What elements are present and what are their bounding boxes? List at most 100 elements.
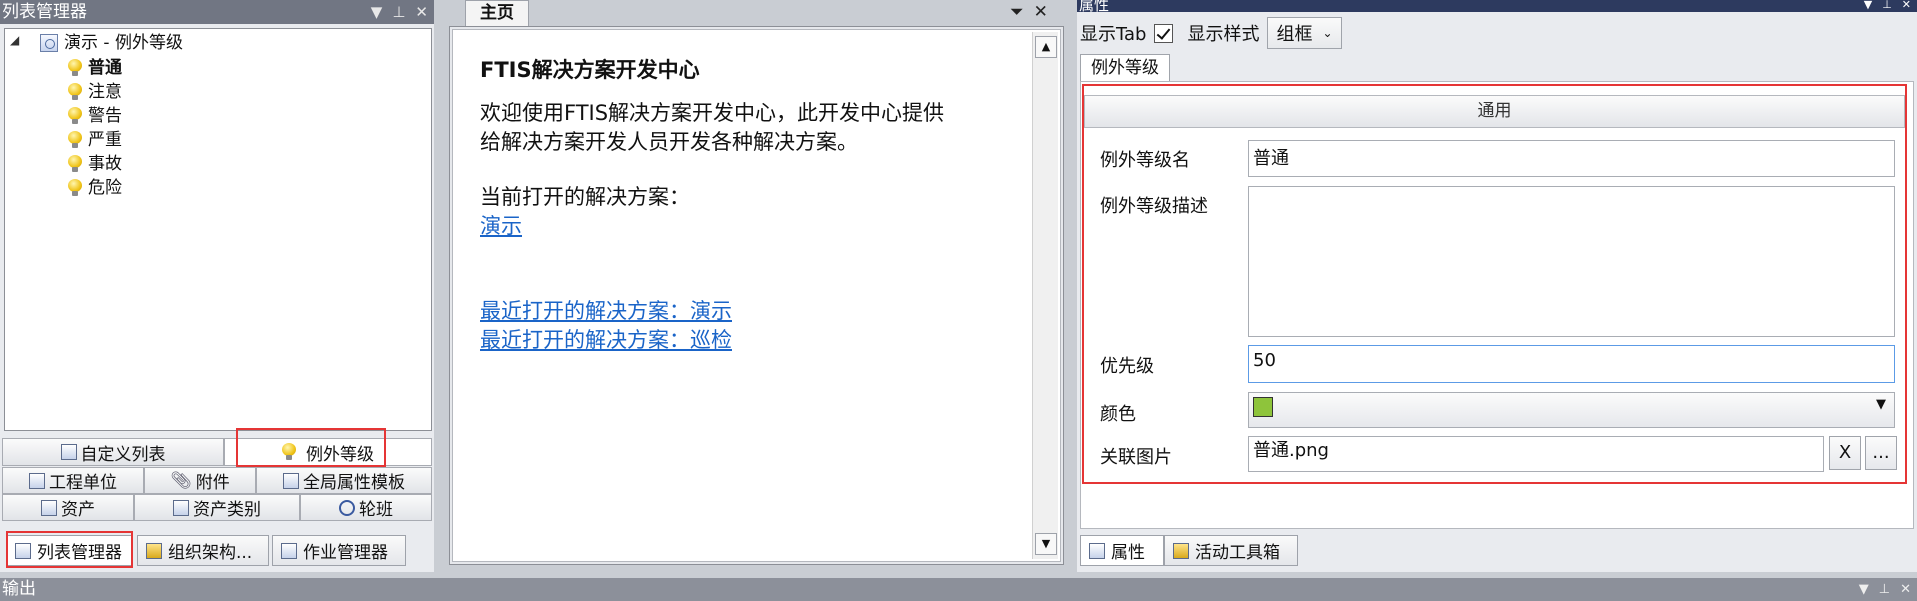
list-manager-title-bar: 列表管理器 ▼ ⊥ ✕ <box>0 0 434 24</box>
asset-category-button[interactable]: 资产类别 <box>134 494 300 521</box>
lightbulb-icon <box>68 59 82 77</box>
scroll-down-button[interactable]: ▼ <box>1035 533 1057 555</box>
name-label: 例外等级名 <box>1100 150 1190 171</box>
tree-item-normal[interactable]: 普通 <box>68 56 122 80</box>
properties-toolbar: 显示Tab 显示样式 组框 ⌄ <box>1080 17 1342 49</box>
tab-home[interactable]: 主页 <box>465 0 529 26</box>
color-swatch <box>1253 397 1273 417</box>
browse-image-button[interactable]: ... <box>1865 436 1897 470</box>
unit-icon <box>29 472 45 489</box>
intro-text-line2: 给解决方案开发人员开发各种解决方案。 <box>480 130 858 154</box>
page-title: FTIS解决方案开发中心 <box>480 58 700 82</box>
show-tab-label: 显示Tab <box>1080 24 1147 45</box>
tree-item-attention[interactable]: 注意 <box>68 80 122 104</box>
template-icon <box>283 472 299 489</box>
tree-item-serious[interactable]: 严重 <box>68 128 122 152</box>
tree-root-label: 演示 - 例外等级 <box>64 33 183 53</box>
list-manager-icon <box>15 542 31 559</box>
display-style-value: 组框 <box>1276 24 1313 45</box>
clock-icon <box>339 499 355 516</box>
tree-item-label: 严重 <box>88 130 122 150</box>
tree-root-node[interactable]: 演示 - 例外等级 <box>40 31 183 55</box>
display-style-select[interactable]: 组框 ⌄ <box>1267 17 1342 49</box>
pin-icon[interactable]: ⊥ <box>1879 578 1890 601</box>
home-page-content: FTIS解决方案开发中心 欢迎使用FTIS解决方案开发中心，此开发中心提供 给解… <box>480 56 1020 355</box>
output-panel-title-bar: 输出 ▼ ⊥ ✕ <box>0 578 1917 601</box>
tab-org-structure[interactable]: 组织架构... <box>137 535 269 566</box>
output-title: 输出 <box>2 579 36 599</box>
pin-icon[interactable]: ⊥ <box>1882 0 1892 10</box>
tree-item-label: 警告 <box>88 106 122 126</box>
asset-category-icon <box>173 499 189 516</box>
shift-button[interactable]: 轮班 <box>300 494 432 521</box>
show-style-label: 显示样式 <box>1187 24 1260 45</box>
lightbulb-icon <box>68 107 82 125</box>
dropdown-arrow-icon: ▼ <box>1876 397 1886 412</box>
scroll-up-button[interactable]: ▲ <box>1035 36 1057 58</box>
job-icon <box>281 542 297 559</box>
current-solution-label: 当前打开的解决方案： <box>480 185 690 209</box>
properties-title: 属性 <box>1079 0 1110 12</box>
close-icon[interactable]: ✕ <box>1900 578 1911 601</box>
name-field[interactable]: 普通 <box>1248 140 1895 177</box>
tab-list-dropdown-icon[interactable]: ⏷ <box>1010 0 1024 24</box>
list-icon <box>60 444 77 460</box>
tree-item-label: 事故 <box>88 154 122 174</box>
lightbulb-icon <box>68 131 82 149</box>
intro-text-line1: 欢迎使用FTIS解决方案开发中心，此开发中心提供 <box>480 101 945 125</box>
vertical-scrollbar[interactable]: ▲ ▼ <box>1032 32 1058 559</box>
color-label: 颜色 <box>1100 404 1136 425</box>
global-attribute-template-button[interactable]: 全局属性模板 <box>256 467 432 494</box>
priority-field[interactable]: 50 <box>1248 345 1895 383</box>
custom-list-button[interactable]: 自定义列表 <box>2 438 224 466</box>
org-icon <box>146 542 162 559</box>
toolbox-icon <box>1173 542 1189 559</box>
tree-item-label: 危险 <box>88 178 122 198</box>
exception-level-button[interactable]: 例外等级 <box>224 438 432 466</box>
current-solution-link[interactable]: 演示 <box>480 214 522 238</box>
lightbulb-icon <box>68 83 82 101</box>
solution-icon <box>40 34 58 52</box>
tab-list-manager[interactable]: 列表管理器 <box>6 535 132 566</box>
tree-item-warning[interactable]: 警告 <box>68 104 122 128</box>
tab-exception-level[interactable]: 例外等级 <box>1080 54 1170 82</box>
general-group-header: 通用 <box>1084 95 1905 128</box>
image-label: 关联图片 <box>1100 447 1172 468</box>
attachment-button[interactable]: 📎︎ 附件 <box>144 467 256 494</box>
tab-properties[interactable]: 属性 <box>1080 535 1164 566</box>
tree-expand-toggle-icon[interactable]: ◢ <box>10 33 19 47</box>
tree-item-label: 注意 <box>88 82 122 102</box>
description-field[interactable] <box>1248 186 1895 337</box>
priority-label: 优先级 <box>1100 356 1154 377</box>
lightbulb-icon <box>282 443 296 461</box>
tab-job-manager[interactable]: 作业管理器 <box>272 535 406 566</box>
dropdown-icon[interactable]: ▼ <box>1864 0 1872 10</box>
image-field[interactable]: 普通.png <box>1248 436 1824 472</box>
show-tab-checkbox[interactable] <box>1154 23 1174 43</box>
close-document-icon[interactable]: ✕ <box>1034 0 1048 24</box>
description-label: 例外等级描述 <box>1100 196 1208 217</box>
tab-activity-toolbox[interactable]: 活动工具箱 <box>1164 535 1298 566</box>
tree-item-label: 普通 <box>88 58 122 78</box>
chevron-down-icon: ⌄ <box>1322 26 1333 40</box>
paperclip-icon: 📎︎ <box>170 470 192 491</box>
dropdown-icon[interactable]: ▼ <box>1859 578 1869 601</box>
tree-item-accident[interactable]: 事故 <box>68 152 122 176</box>
asset-icon <box>41 499 57 516</box>
recent-solution-link-1[interactable]: 最近打开的解决方案：演示 <box>480 299 732 323</box>
color-picker[interactable]: ▼ <box>1248 392 1895 428</box>
properties-icon <box>1089 542 1105 559</box>
list-manager-title: 列表管理器 <box>2 2 87 22</box>
close-icon[interactable]: ✕ <box>1902 0 1911 10</box>
clear-image-button[interactable]: X <box>1829 436 1861 470</box>
tree-item-danger[interactable]: 危险 <box>68 176 122 200</box>
pin-icon[interactable]: ⊥ <box>392 0 405 24</box>
dropdown-icon[interactable]: ▼ <box>371 0 383 24</box>
document-tab-controls: ⏷ ✕ <box>1010 0 1048 24</box>
engineering-unit-button[interactable]: 工程单位 <box>2 467 144 494</box>
lightbulb-icon <box>68 155 82 173</box>
close-icon[interactable]: ✕ <box>415 0 428 24</box>
recent-solution-link-2[interactable]: 最近打开的解决方案：巡检 <box>480 328 732 352</box>
left-bottom-tab-strip: 列表管理器 组织架构... 作业管理器 <box>0 535 434 567</box>
asset-button[interactable]: 资产 <box>2 494 134 521</box>
